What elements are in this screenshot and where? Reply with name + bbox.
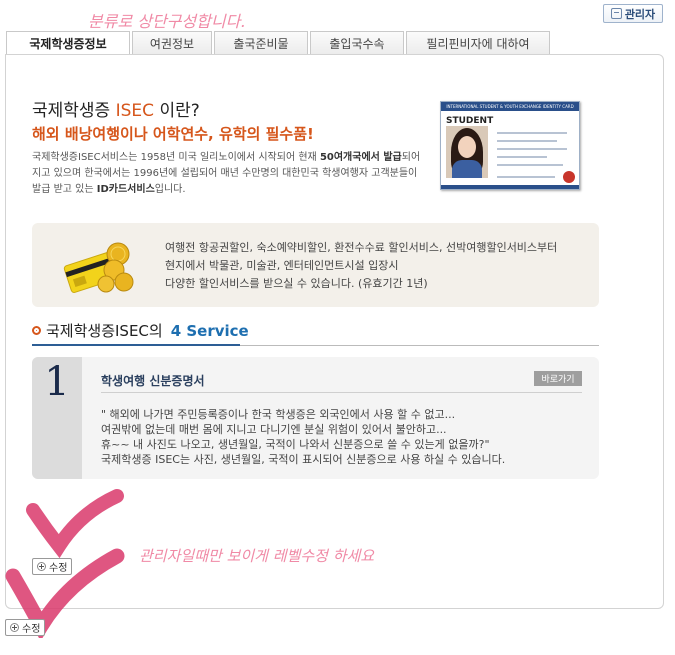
go-button[interactable]: 바로가기 [534, 371, 582, 386]
section-title-text: 국제학생증ISEC의 [46, 322, 163, 340]
student-card-image: INTERNATIONAL STUDENT & YOUTH EXCHANGE I… [440, 101, 580, 190]
tab-isec-info[interactable]: 국제학생증정보 [6, 31, 130, 55]
intro-title-accent: ISEC [115, 101, 155, 121]
admin-button[interactable]: 관리자 [603, 4, 663, 23]
service-divider [101, 392, 582, 393]
admin-label: 관리자 [624, 7, 656, 21]
intro-subtitle: 해외 배낭여행이나 어학연수, 유학의 필수품! [32, 125, 314, 143]
coins-card-icon [63, 242, 134, 293]
plus-icon [37, 562, 46, 571]
benefit-line: 현지에서 박물관, 미술관, 엔터테인먼트시설 입장시 [165, 259, 399, 272]
service-title: 학생여행 신분증명서 [101, 374, 205, 388]
card-label: STUDENT [446, 116, 494, 126]
tab-passport-info[interactable]: 여권정보 [132, 31, 212, 54]
intro-title: 국제학생증 ISEC 이란? [32, 96, 200, 121]
card-photo [446, 126, 488, 178]
top-annotation: 분류로 상단구성합니다. [88, 12, 246, 31]
desc-bold-1: 50여개국에서 발급 [319, 152, 402, 163]
desc-text-1: 국제학생증ISEC서비스는 1958년 미국 일리노이에서 시작되어 현재 [32, 152, 317, 163]
tab-departure-items[interactable]: 출국준비물 [214, 31, 308, 54]
section-title-accent: 4 Service [170, 321, 249, 340]
tab-immigration[interactable]: 출입국수속 [310, 31, 404, 54]
desc-bold-2: ID카드서비스 [96, 184, 155, 195]
service-number: 1 [44, 359, 70, 405]
tab-label: 국제학생증정보 [29, 37, 107, 51]
section-title: 국제학생증ISEC의 4 Service [32, 320, 249, 341]
desc-text-3: 입니다. [154, 184, 186, 195]
intro-title-suffix: 이란? [159, 101, 200, 121]
admin-icon [610, 8, 622, 19]
tab-label: 필리핀비자에 대하여 [426, 36, 530, 51]
intro-description: 국제학생증ISEC서비스는 1958년 미국 일리노이에서 시작되어 현재 50… [32, 150, 422, 198]
service-description: " 해외에 나가면 주민등록증이나 한국 학생증은 외국인에서 사용 할 수 없… [101, 408, 506, 466]
intro-title-prefix: 국제학생증 [32, 101, 111, 121]
edit-label: 수정 [22, 624, 41, 635]
edit-button[interactable]: 수정 [32, 558, 73, 575]
plus-icon [10, 623, 19, 632]
edit-label: 수정 [49, 563, 68, 574]
card-logo [563, 171, 575, 183]
benefit-line: 다양한 할인서비스를 받으실 수 있습니다. (유효기간 1년) [165, 277, 428, 290]
tab-label: 여권정보 [149, 36, 195, 51]
tab-label: 출입국수속 [329, 36, 385, 51]
card-header: INTERNATIONAL STUDENT & YOUTH EXCHANGE I… [441, 102, 579, 111]
section-underline [32, 344, 240, 346]
tab-philippine-visa[interactable]: 필리핀비자에 대하여 [406, 31, 550, 54]
benefit-line: 여행전 항공권할인, 숙소예약비할인, 환전수수료 할인서비스, 선박여행할인서… [165, 241, 558, 254]
bullet-icon [32, 326, 41, 335]
benefit-text: 여행전 항공권할인, 숙소예약비할인, 환전수수료 할인서비스, 선박여행할인서… [165, 239, 557, 293]
edit-button-bottom[interactable]: 수정 [5, 619, 46, 636]
bottom-annotation: 관리자일때만 보이게 레벨수정 하세요 [139, 547, 375, 565]
tab-label: 출국준비물 [233, 36, 289, 51]
tab-bar: 국제학생증정보 여권정보 출국준비물 출입국수속 필리핀비자에 대하여 [6, 31, 552, 55]
